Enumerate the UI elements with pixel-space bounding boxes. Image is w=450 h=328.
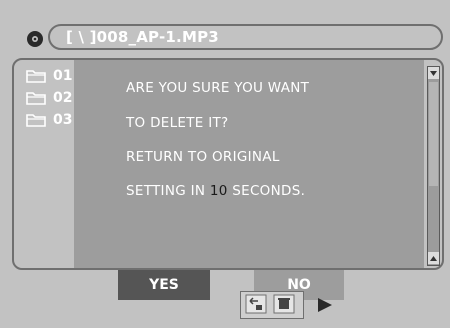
list-item[interactable]: 01 [26,67,72,85]
folder-icon [26,92,46,105]
disc-icon [27,31,43,47]
copy-icon[interactable] [244,293,268,315]
dialog-message-line: RETURN TO ORIGINAL [126,149,280,165]
folder-label: 01 [53,68,73,84]
dialog-message-line: TO DELETE IT? [126,115,229,131]
list-item[interactable]: 02 [26,89,72,107]
scroll-up-button[interactable] [428,67,439,79]
scrollbar-thumb[interactable] [429,82,438,186]
delete-icon[interactable] [272,293,296,315]
countdown-value: 10 [209,183,228,199]
folder-label: 02 [53,90,73,106]
yes-button[interactable]: YES [118,270,210,300]
countdown-suffix: SECONDS. [232,183,306,199]
folder-label: 03 [53,112,73,128]
folder-icon [26,70,46,83]
scroll-down-button[interactable] [428,252,439,264]
folder-icon [26,114,46,127]
dialog-countdown-line: SETTING IN 10 SECONDS. [126,183,305,199]
file-path-label: [ \ ]008_AP-1.MP3 [66,28,219,46]
delete-confirmation-screen: [ \ ]008_AP-1.MP3 01 02 03 ARE YOU SURE … [0,0,450,328]
list-item[interactable]: 03 [26,111,72,129]
countdown-prefix: SETTING IN [126,183,206,199]
chevron-up-icon [430,255,437,261]
play-arrow-icon [318,298,332,312]
chevron-down-icon [430,70,437,76]
dialog-message-line: ARE YOU SURE YOU WANT [126,80,310,96]
